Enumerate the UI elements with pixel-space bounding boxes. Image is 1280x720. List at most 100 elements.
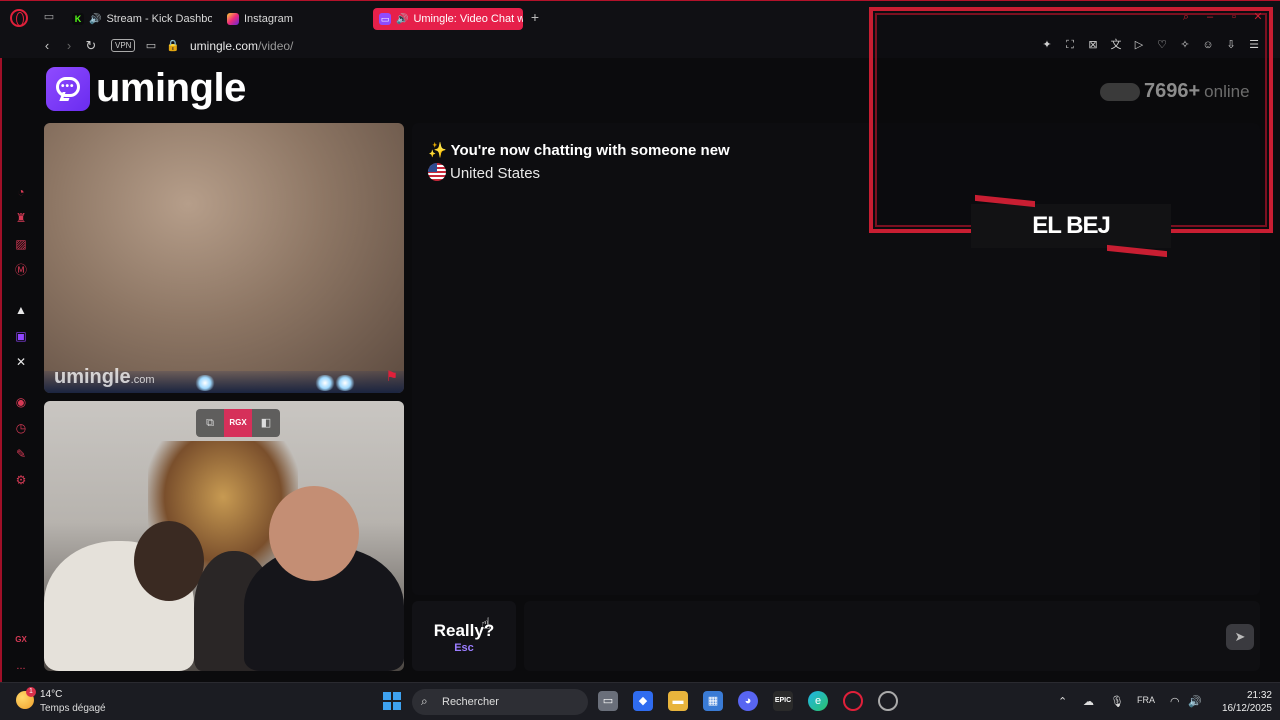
microphone-icon[interactable]: 🎙 [1110,695,1124,708]
roblox-icon[interactable]: ◆ [633,691,653,711]
settings-gear-icon[interactable]: ⚙ [13,472,29,488]
messenger-icon[interactable]: Ⓜ [13,262,29,278]
weather-badge: 1 [26,687,36,697]
translate-icon[interactable]: 文 [1109,38,1123,52]
browser-sidebar: ◔ ♜ ▨ Ⓜ ▲ ▣ ✕ ◉ ◷ ✎ ⚙ GX ... [0,58,38,682]
video-popout-icon[interactable]: ▭ [144,38,158,54]
volume-icon[interactable]: 🔊 [1188,695,1202,708]
skip-button[interactable]: Really? Esc [412,601,516,671]
clock-date: 16/12/2025 [1221,703,1272,714]
close-icon[interactable]: ✕ [1252,11,1264,23]
play-icon[interactable]: ▷ [1132,38,1146,52]
obs-icon[interactable] [878,691,898,711]
window-controls: ⌕ – ▫ ✕ [1180,11,1264,23]
tab-manager-icon[interactable]: ▭ [42,11,56,23]
snapshot-icon[interactable]: ⛶ [1063,38,1077,52]
online-label: online [1204,82,1250,101]
chat-status: ✨ You're now chatting with someone new [428,142,730,159]
pip-icon[interactable]: ◧ [252,409,280,437]
forward-icon[interactable]: › [62,38,76,54]
windows-start-icon[interactable] [383,692,401,710]
gx-control-icon[interactable]: ◔ [13,184,29,200]
skip-button-label: Really? [433,621,495,640]
twitch-alt-icon[interactable]: ▨ [13,236,29,252]
stranger-video: umingle.com ⚑ [44,123,404,393]
chat-country: United States [428,163,540,182]
opera-gx-icon[interactable] [10,9,28,27]
profile-icon[interactable]: ☺ [1201,38,1215,52]
history-icon[interactable]: ◷ [13,420,29,436]
discord-icon[interactable]: ◕ [738,691,758,711]
lock-icon[interactable]: 🔒 [166,38,180,54]
clock[interactable]: 21:32 16/12/2025 [1212,689,1272,715]
search-icon[interactable]: ⌕ [1180,11,1192,23]
url-field[interactable]: umingle.com/video/ [190,39,293,53]
new-tab-icon[interactable]: + [528,10,542,24]
tray-chevron-icon[interactable]: ⌃ [1058,695,1067,708]
twitch-icon[interactable]: ▣ [13,328,29,344]
streamer-name: EL BEJ [1032,212,1111,239]
more-icon[interactable]: ... [13,658,29,674]
task-view-icon[interactable]: ▭ [598,691,618,711]
wifi-icon[interactable]: ◠ [1170,695,1180,708]
extensions-icon[interactable]: ✎ [13,446,29,462]
language-indicator[interactable]: FRA [1137,695,1155,705]
weather-desc[interactable]: Temps dégagé [40,703,106,714]
minimize-icon[interactable]: – [1204,11,1216,23]
maximize-icon[interactable]: ▫ [1228,11,1240,23]
cloud-off-icon[interactable]: ☁ [1083,695,1094,708]
download-icon[interactable]: ⇩ [1224,38,1238,52]
us-flag-icon [428,163,446,181]
pin-icon[interactable]: ✦ [1040,38,1054,52]
taskbar-search[interactable]: ⌕ Rechercher [412,689,588,715]
umingle-favicon-icon: ▭ [379,13,391,25]
online-count: 7696+ [1144,80,1201,102]
report-flag-icon[interactable]: ⚑ [385,368,398,385]
search-placeholder: Rechercher [442,696,499,708]
speaker-icon: 🔊 [89,13,102,25]
tab-kick[interactable]: K 🔊 Stream - Kick Dashbo [66,8,212,30]
weather-temp[interactable]: 14°C [40,689,62,700]
rgx-button[interactable]: RGX [224,409,252,437]
player-icon[interactable]: ◉ [13,394,29,410]
logo-text: umingle [96,66,246,110]
send-icon[interactable]: ➤ [1226,624,1254,650]
message-input[interactable] [524,601,1260,671]
menu-icon[interactable]: ☰ [1247,38,1261,52]
gx-corner-icon[interactable]: ♜ [13,210,29,226]
reload-icon[interactable]: ↻ [84,38,98,54]
back-icon[interactable]: ‹ [40,38,54,54]
vpn-badge[interactable]: VPN [111,39,136,52]
self-video: ⧉ RGX ◧ [44,401,404,671]
umingle-watermark: umingle.com [54,366,155,388]
clock-time: 21:32 [1246,690,1272,701]
tab-instagram[interactable]: Instagram [221,8,361,30]
epic-games-icon[interactable]: EPIC [773,691,793,711]
search-icon: ⌕ [421,694,428,708]
popout-icon[interactable]: ⧉ [196,409,224,437]
opera-gx-taskbar-icon[interactable] [843,691,863,711]
video-controls: ⧉ RGX ◧ [196,409,280,437]
url-domain: umingle.com [190,39,259,53]
heart-icon[interactable]: ♡ [1155,38,1169,52]
online-counter: 7696+ online [1100,80,1250,103]
tab-label: Umingle: Video Chat w [413,13,523,25]
online-toggle[interactable] [1100,82,1140,101]
gx-label: GX [15,635,27,644]
x-twitter-icon[interactable]: ✕ [13,354,29,370]
tab-label: Instagram [244,13,293,25]
tab-umingle[interactable]: ▭ 🔊 Umingle: Video Chat w [373,8,523,30]
puzzle-icon[interactable]: ✧ [1178,38,1192,52]
instagram-icon [227,13,239,25]
store-icon[interactable]: ▦ [703,691,723,711]
url-path: /video/ [258,39,294,53]
edge-icon[interactable]: e [808,691,828,711]
person-right-head [269,486,359,581]
site-logo[interactable]: ••• umingle [46,66,246,111]
person-left-head [134,521,204,601]
streamer-nameplate: EL BEJ [971,194,1171,258]
file-explorer-icon[interactable]: ▬ [668,691,688,711]
adblock-icon[interactable]: ⊠ [1086,38,1100,52]
aria-icon[interactable]: ▲ [13,302,29,318]
windows-taskbar: 1 14°C Temps dégagé ⌕ Rechercher ▭ ◆ ▬ ▦… [0,682,1280,720]
